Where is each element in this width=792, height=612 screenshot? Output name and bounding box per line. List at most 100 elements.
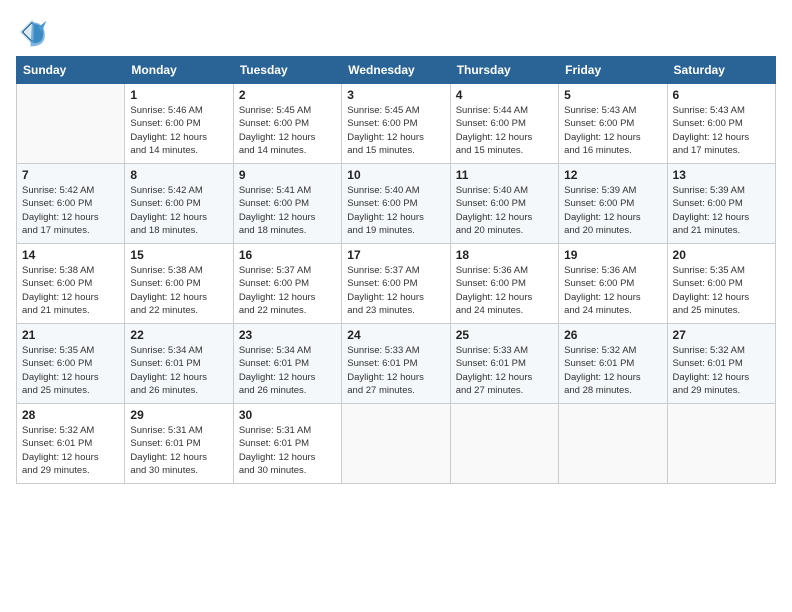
day-number: 13 [673,168,770,182]
calendar-week-row: 28 Sunrise: 5:32 AM Sunset: 6:01 PM Dayli… [17,404,776,484]
day-info: Sunrise: 5:40 AM Sunset: 6:00 PM Dayligh… [347,184,444,237]
day-info: Sunrise: 5:40 AM Sunset: 6:00 PM Dayligh… [456,184,553,237]
calendar-table: SundayMondayTuesdayWednesdayThursdayFrid… [16,56,776,484]
calendar-cell: 1 Sunrise: 5:46 AM Sunset: 6:00 PM Daylig… [125,84,233,164]
day-number: 4 [456,88,553,102]
calendar-cell: 12 Sunrise: 5:39 AM Sunset: 6:00 PM Dayli… [559,164,667,244]
day-number: 27 [673,328,770,342]
day-info: Sunrise: 5:44 AM Sunset: 6:00 PM Dayligh… [456,104,553,157]
day-info: Sunrise: 5:45 AM Sunset: 6:00 PM Dayligh… [347,104,444,157]
logo-icon [16,16,48,48]
calendar-cell: 29 Sunrise: 5:31 AM Sunset: 6:01 PM Dayli… [125,404,233,484]
page-header [16,16,776,48]
day-info: Sunrise: 5:32 AM Sunset: 6:01 PM Dayligh… [564,344,661,397]
calendar-cell: 13Sunrise: 5:39 AM Sunset: 6:00 PM Dayli… [667,164,775,244]
day-number: 12 [564,168,661,182]
calendar-cell: 2 Sunrise: 5:45 AM Sunset: 6:00 PM Daylig… [233,84,341,164]
calendar-body: 1 Sunrise: 5:46 AM Sunset: 6:00 PM Daylig… [17,84,776,484]
calendar-cell: 21Sunrise: 5:35 AM Sunset: 6:00 PM Dayli… [17,324,125,404]
day-info: Sunrise: 5:38 AM Sunset: 6:00 PM Dayligh… [22,264,119,317]
calendar-cell [342,404,450,484]
day-number: 20 [673,248,770,262]
day-number: 14 [22,248,119,262]
day-info: Sunrise: 5:33 AM Sunset: 6:01 PM Dayligh… [347,344,444,397]
day-info: Sunrise: 5:38 AM Sunset: 6:00 PM Dayligh… [130,264,227,317]
day-info: Sunrise: 5:31 AM Sunset: 6:01 PM Dayligh… [239,424,336,477]
header-day: Tuesday [233,57,341,84]
day-number: 8 [130,168,227,182]
header-row: SundayMondayTuesdayWednesdayThursdayFrid… [17,57,776,84]
day-number: 22 [130,328,227,342]
day-number: 23 [239,328,336,342]
day-number: 10 [347,168,444,182]
calendar-cell: 14 Sunrise: 5:38 AM Sunset: 6:00 PM Dayli… [17,244,125,324]
calendar-cell: 22Sunrise: 5:34 AM Sunset: 6:01 PM Dayli… [125,324,233,404]
day-info: Sunrise: 5:31 AM Sunset: 6:01 PM Dayligh… [130,424,227,477]
day-number: 9 [239,168,336,182]
day-info: Sunrise: 5:33 AM Sunset: 6:01 PM Dayligh… [456,344,553,397]
day-number: 16 [239,248,336,262]
calendar-cell [667,404,775,484]
day-info: Sunrise: 5:35 AM Sunset: 6:00 PM Dayligh… [673,264,770,317]
header-day: Monday [125,57,233,84]
day-number: 17 [347,248,444,262]
day-number: 1 [130,88,227,102]
calendar-cell: 23Sunrise: 5:34 AM Sunset: 6:01 PM Dayli… [233,324,341,404]
day-info: Sunrise: 5:39 AM Sunset: 6:00 PM Dayligh… [564,184,661,237]
calendar-cell: 26Sunrise: 5:32 AM Sunset: 6:01 PM Dayli… [559,324,667,404]
day-number: 3 [347,88,444,102]
day-number: 15 [130,248,227,262]
day-info: Sunrise: 5:37 AM Sunset: 6:00 PM Dayligh… [347,264,444,317]
calendar-week-row: 14 Sunrise: 5:38 AM Sunset: 6:00 PM Dayli… [17,244,776,324]
calendar-cell: 28 Sunrise: 5:32 AM Sunset: 6:01 PM Dayli… [17,404,125,484]
day-number: 19 [564,248,661,262]
calendar-cell: 4 Sunrise: 5:44 AM Sunset: 6:00 PM Daylig… [450,84,558,164]
day-number: 28 [22,408,119,422]
header-day: Saturday [667,57,775,84]
calendar-cell: 15 Sunrise: 5:38 AM Sunset: 6:00 PM Dayli… [125,244,233,324]
calendar-cell: 19 Sunrise: 5:36 AM Sunset: 6:00 PM Dayli… [559,244,667,324]
day-info: Sunrise: 5:43 AM Sunset: 6:00 PM Dayligh… [673,104,770,157]
day-number: 29 [130,408,227,422]
day-info: Sunrise: 5:36 AM Sunset: 6:00 PM Dayligh… [564,264,661,317]
calendar-cell: 10 Sunrise: 5:40 AM Sunset: 6:00 PM Dayli… [342,164,450,244]
calendar-cell [450,404,558,484]
day-number: 24 [347,328,444,342]
day-number: 11 [456,168,553,182]
calendar-week-row: 1 Sunrise: 5:46 AM Sunset: 6:00 PM Daylig… [17,84,776,164]
calendar-cell: 17 Sunrise: 5:37 AM Sunset: 6:00 PM Dayli… [342,244,450,324]
day-info: Sunrise: 5:46 AM Sunset: 6:00 PM Dayligh… [130,104,227,157]
logo [16,16,52,48]
day-number: 25 [456,328,553,342]
day-info: Sunrise: 5:45 AM Sunset: 6:00 PM Dayligh… [239,104,336,157]
header-day: Sunday [17,57,125,84]
header-day: Thursday [450,57,558,84]
header-day: Wednesday [342,57,450,84]
calendar-cell: 16Sunrise: 5:37 AM Sunset: 6:00 PM Dayli… [233,244,341,324]
day-info: Sunrise: 5:32 AM Sunset: 6:01 PM Dayligh… [22,424,119,477]
day-number: 5 [564,88,661,102]
calendar-cell: 27 Sunrise: 5:32 AM Sunset: 6:01 PM Dayli… [667,324,775,404]
calendar-week-row: 21Sunrise: 5:35 AM Sunset: 6:00 PM Dayli… [17,324,776,404]
day-number: 7 [22,168,119,182]
calendar-week-row: 7Sunrise: 5:42 AM Sunset: 6:00 PM Daylig… [17,164,776,244]
calendar-cell: 6 Sunrise: 5:43 AM Sunset: 6:00 PM Daylig… [667,84,775,164]
day-number: 21 [22,328,119,342]
calendar-cell: 30 Sunrise: 5:31 AM Sunset: 6:01 PM Dayli… [233,404,341,484]
day-info: Sunrise: 5:43 AM Sunset: 6:00 PM Dayligh… [564,104,661,157]
calendar-cell: 20 Sunrise: 5:35 AM Sunset: 6:00 PM Dayli… [667,244,775,324]
calendar-cell [17,84,125,164]
header-day: Friday [559,57,667,84]
day-number: 2 [239,88,336,102]
day-info: Sunrise: 5:41 AM Sunset: 6:00 PM Dayligh… [239,184,336,237]
calendar-cell: 24 Sunrise: 5:33 AM Sunset: 6:01 PM Dayli… [342,324,450,404]
day-info: Sunrise: 5:32 AM Sunset: 6:01 PM Dayligh… [673,344,770,397]
calendar-cell: 18Sunrise: 5:36 AM Sunset: 6:00 PM Dayli… [450,244,558,324]
day-number: 6 [673,88,770,102]
calendar-cell: 25 Sunrise: 5:33 AM Sunset: 6:01 PM Dayli… [450,324,558,404]
day-number: 30 [239,408,336,422]
calendar-cell: 5 Sunrise: 5:43 AM Sunset: 6:00 PM Daylig… [559,84,667,164]
calendar-cell: 9 Sunrise: 5:41 AM Sunset: 6:00 PM Daylig… [233,164,341,244]
day-number: 18 [456,248,553,262]
calendar-cell: 11 Sunrise: 5:40 AM Sunset: 6:00 PM Dayli… [450,164,558,244]
